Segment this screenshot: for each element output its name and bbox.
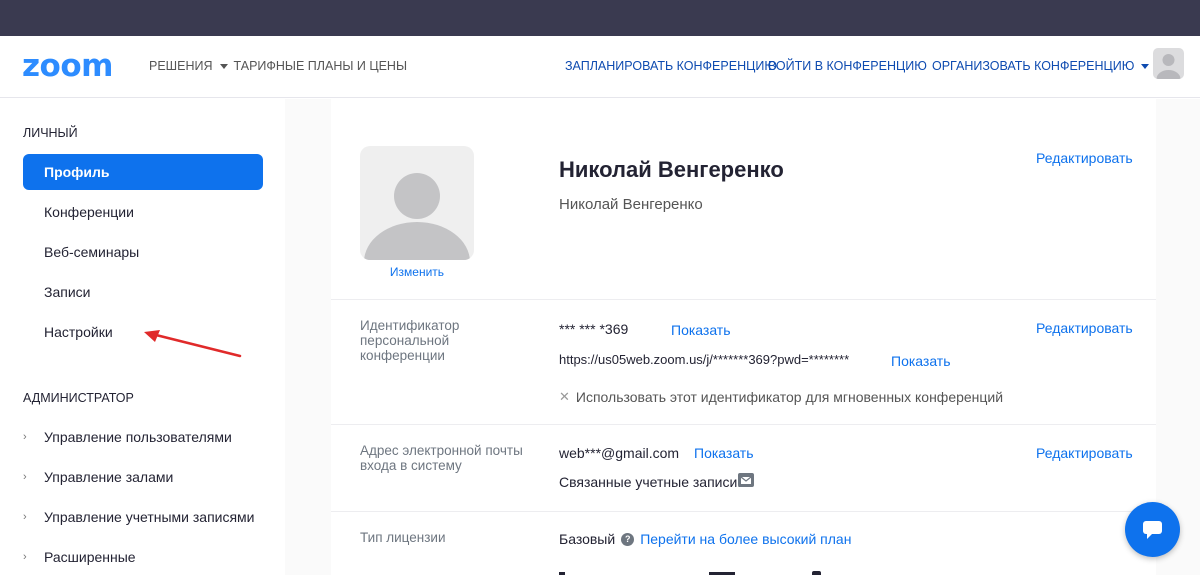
- sidebar-admin-advanced-label: Расширенные: [44, 549, 136, 565]
- sidebar-admin-users-label: Управление пользователями: [44, 429, 232, 445]
- license-value: Базовый: [559, 531, 616, 547]
- partial-text-row: [559, 571, 821, 575]
- pmi-show-link[interactable]: Показать: [671, 322, 731, 338]
- change-photo-link[interactable]: Изменить: [360, 265, 474, 279]
- nav-host[interactable]: ОРГАНИЗОВАТЬ КОНФЕРЕНЦИЮ: [932, 59, 1155, 73]
- instant-meeting-option: ✕ Использовать этот идентификатор для мг…: [559, 389, 1003, 405]
- nav-host-label: ОРГАНИЗОВАТЬ КОНФЕРЕНЦИЮ: [932, 59, 1135, 73]
- section-title-admin: АДМИНИСТРАТОР: [23, 391, 134, 405]
- sidebar-admin-advanced[interactable]: › Расширенные: [23, 549, 136, 565]
- chevron-right-icon: ›: [23, 431, 27, 443]
- cutoff-row: [559, 565, 829, 575]
- linked-accounts-label: Связанные учетные записи:: [559, 474, 742, 490]
- license-row: Базовый ? Перейти на более высокий план: [559, 531, 851, 547]
- chevron-down-icon: [219, 63, 228, 69]
- profile-full-name: Николай Венгеренко: [559, 196, 703, 213]
- divider: [331, 424, 1156, 425]
- chevron-down-icon: [1141, 63, 1150, 69]
- sidebar-admin-users[interactable]: › Управление пользователями: [23, 429, 232, 445]
- sidebar-item-profile[interactable]: Профиль: [23, 154, 263, 190]
- section-title-personal: ЛИЧНЫЙ: [23, 126, 78, 140]
- sidebar-admin-accounts-label: Управление учетными записями: [44, 509, 255, 525]
- nav-join[interactable]: ВОЙТИ В КОНФЕРЕНЦИЮ: [768, 59, 927, 73]
- help-icon[interactable]: ?: [621, 532, 635, 546]
- email-label: Адрес электронной почты входа в систему: [360, 443, 523, 473]
- edit-email-link[interactable]: Редактировать: [1036, 445, 1133, 461]
- user-silhouette-icon: [1156, 54, 1181, 79]
- chevron-right-icon: ›: [23, 471, 27, 483]
- nav-plans[interactable]: ТАРИФНЫЕ ПЛАНЫ И ЦЕНЫ: [234, 59, 408, 73]
- chevron-right-icon: ›: [23, 551, 27, 563]
- license-label: Тип лицензии: [360, 530, 446, 545]
- divider: [331, 299, 1156, 300]
- email-show-link[interactable]: Показать: [694, 445, 754, 461]
- sidebar-item-webinars[interactable]: Веб-семинары: [23, 234, 263, 270]
- chat-icon: [1143, 521, 1162, 539]
- divider: [331, 511, 1156, 512]
- nav-left-group: РЕШЕНИЯ ТАРИФНЫЕ ПЛАНЫ И ЦЕНЫ: [149, 59, 407, 73]
- nav-solutions[interactable]: РЕШЕНИЯ: [149, 59, 234, 73]
- profile-content: Изменить Николай Венгеренко Николай Венг…: [331, 99, 1156, 575]
- edit-pmi-link[interactable]: Редактировать: [1036, 320, 1133, 336]
- sidebar-admin-rooms-label: Управление залами: [44, 469, 174, 485]
- pmi-label: Идентификатор персональной конференции: [360, 318, 460, 363]
- pmi-url: https://us05web.zoom.us/j/*******369?pwd…: [559, 352, 850, 367]
- nav-solutions-label: РЕШЕНИЯ: [149, 59, 213, 73]
- user-silhouette-icon: [364, 173, 470, 260]
- sidebar-admin-rooms[interactable]: › Управление залами: [23, 469, 173, 485]
- chevron-right-icon: ›: [23, 511, 27, 523]
- sidebar-item-recordings[interactable]: Записи: [23, 274, 263, 310]
- envelope-icon: [740, 476, 752, 484]
- edit-name-link[interactable]: Редактировать: [1036, 150, 1133, 166]
- instant-meeting-option-label: Использовать этот идентификатор для мгно…: [575, 389, 1004, 405]
- nav-schedule[interactable]: ЗАПЛАНИРОВАТЬ КОНФЕРЕНЦИЮ: [565, 59, 777, 73]
- top-navbar: zoom РЕШЕНИЯ ТАРИФНЫЕ ПЛАНЫ И ЦЕНЫ ЗАПЛА…: [0, 36, 1200, 98]
- close-icon: ✕: [559, 389, 570, 404]
- profile-display-name: Николай Венгеренко: [559, 157, 784, 182]
- sidebar-item-meetings[interactable]: Конференции: [23, 194, 263, 230]
- upgrade-plan-link[interactable]: Перейти на более высокий план: [640, 531, 851, 547]
- annotation-arrow-icon: [144, 330, 242, 358]
- user-avatar[interactable]: [1153, 48, 1184, 79]
- sidebar-admin-accounts[interactable]: › Управление учетными записями: [23, 509, 255, 525]
- profile-photo[interactable]: [360, 146, 474, 260]
- pmi-url-show-link[interactable]: Показать: [891, 353, 951, 369]
- email-value: web***@gmail.com: [559, 445, 680, 461]
- pmi-value: *** *** *369: [559, 321, 629, 337]
- browser-top-strip: [0, 0, 1200, 36]
- zoom-logo[interactable]: zoom: [22, 50, 113, 82]
- email-icon: [738, 473, 754, 487]
- chat-button[interactable]: [1125, 502, 1180, 557]
